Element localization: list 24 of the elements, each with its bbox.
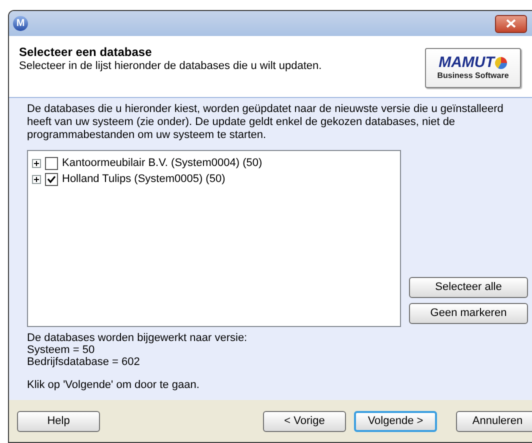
header-title: Selecteer een database — [19, 45, 153, 59]
checkbox[interactable] — [45, 156, 58, 170]
next-button[interactable]: Volgende > — [354, 410, 437, 432]
hint-text: Klik op 'Volgende' om door te gaan. — [27, 379, 200, 391]
version-text: Systeem = 50 — [27, 344, 96, 356]
help-button[interactable]: Help — [17, 410, 100, 432]
database-label[interactable]: Holland Tulips (System0005) (50) — [62, 170, 226, 188]
database-label[interactable]: Kantoormeubilair B.V. (System0004) (50) — [62, 154, 262, 172]
checkbox[interactable] — [45, 172, 58, 186]
version-text: Bedrijfsdatabase = 602 — [27, 356, 141, 368]
logo-name: MAMUT — [438, 55, 494, 71]
logo-tagline: Business Software — [437, 71, 509, 81]
back-button[interactable]: < Vorige — [263, 410, 346, 432]
deselect-all-button[interactable]: Geen markeren — [409, 303, 528, 324]
version-text: De databases worden bijgewerkt naar versie: — [27, 332, 248, 344]
logo-pie-icon — [495, 57, 508, 69]
app-icon: M — [13, 16, 28, 31]
intro-text: De databases die u hieronder kiest, worden geüpdatet naar de nieuwste versie die u geïnstalleerd heeft van uw systeem (zie onder). De update geldt enkel de gekozen databases, niet de programmabestanden om uw systeem te starten. — [27, 103, 504, 142]
close-icon[interactable] — [495, 14, 527, 32]
expand-toggle[interactable] — [32, 158, 41, 168]
select-all-button[interactable]: Selecteer alle — [409, 277, 528, 298]
cancel-button[interactable]: Annuleren — [456, 410, 532, 432]
expand-toggle[interactable] — [32, 174, 41, 184]
header-subtitle: Selecteer in de lijst hieronder de databases die u wilt updaten. — [19, 59, 322, 73]
